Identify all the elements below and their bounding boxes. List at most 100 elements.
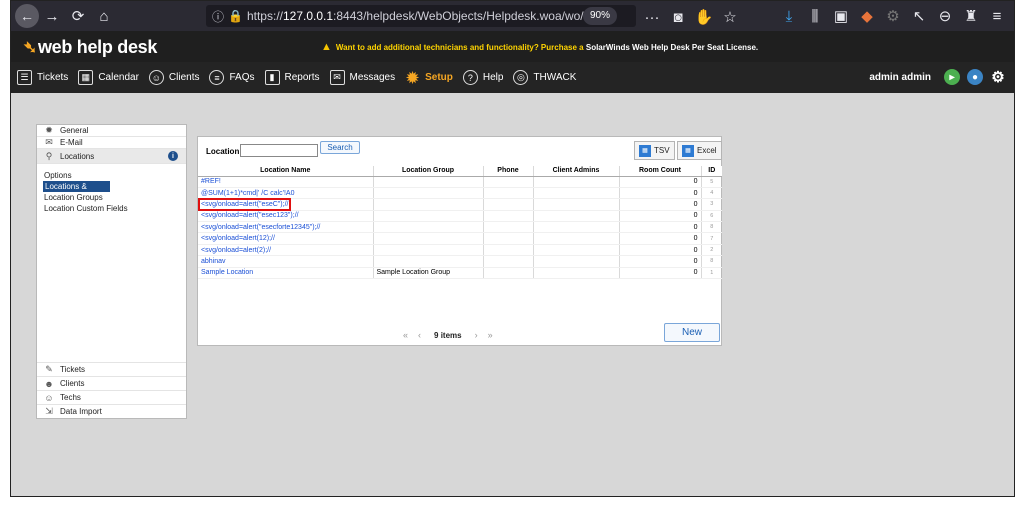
location-group-cell: Sample Location Group	[372, 267, 483, 280]
new-location-button[interactable]: New	[664, 323, 720, 342]
clients-icon: ☻	[44, 378, 54, 389]
location-name-link[interactable]: #REF!	[198, 176, 373, 188]
table-row[interactable]: Sample Location Sample Location Group 0 1	[198, 267, 722, 280]
id-cell: 8	[700, 255, 722, 268]
nav-label: Messages	[349, 72, 396, 83]
tshirt-icon[interactable]: ♜	[958, 3, 984, 29]
bird-logo-icon: ➴	[23, 38, 37, 57]
sidebar-item-email[interactable]: ✉ E-Mail	[37, 137, 186, 149]
phone-cell	[482, 267, 533, 280]
room-count-cell: 0	[618, 221, 701, 234]
location-name-link[interactable]: <svg/onload=alert(12);//	[198, 232, 373, 245]
download-icon[interactable]: ⤓	[776, 3, 802, 29]
sidebar-item-general[interactable]: ✹ General	[37, 125, 186, 137]
info-icon[interactable]: i	[168, 151, 178, 161]
logo-text: web help desk	[37, 37, 158, 57]
table-row[interactable]: @SUM(1+1)*cmd|' /C calc'!A0 0 4	[198, 187, 722, 200]
export-excel-button[interactable]: ▦ Excel	[677, 141, 722, 160]
forward-arrow-icon[interactable]: →	[39, 3, 65, 29]
sidebar-sub-locations-rooms[interactable]: Locations & Rooms	[43, 181, 110, 202]
location-name-link[interactable]: Sample Location	[198, 267, 373, 280]
extension-icon[interactable]: ✋	[691, 4, 717, 30]
setup-sidebar: ✹ General ✉ E-Mail ⚲ Locations i Options Loc…	[36, 124, 187, 419]
back-arrow-icon[interactable]: ←	[15, 4, 39, 28]
license-promo[interactable]: ▲ Want to add additional technicians and …	[321, 41, 758, 53]
sidebar-sub-location-custom-fields[interactable]: Location Custom Fields	[37, 203, 186, 214]
sidebar-item-tickets[interactable]: ✎ Tickets	[37, 362, 186, 376]
location-name-link[interactable]: @SUM(1+1)*cmd|' /C calc'!A0	[198, 187, 373, 200]
bookmark-star-icon[interactable]: ☆	[717, 4, 743, 30]
sidebar-item-clients[interactable]: ☻ Clients	[37, 376, 186, 390]
column-header-client-admins[interactable]: Client Admins	[532, 166, 619, 177]
table-row[interactable]: <svg/onload=alert("esec123");// 0 6	[198, 210, 722, 223]
table-row[interactable]: <svg/onload=alert(12);// 0 7	[198, 232, 722, 245]
nav-setup[interactable]: ✹ Setup	[405, 70, 453, 87]
next-page-icon[interactable]: ›	[475, 330, 478, 340]
promo-license-link[interactable]: SolarWinds Web Help Desk Per Seat Licens…	[586, 43, 758, 52]
column-header-location-name[interactable]: Location Name	[198, 166, 373, 177]
location-name-link[interactable]: abhinav	[198, 255, 373, 268]
home-icon[interactable]: ⌂	[91, 3, 117, 29]
table-row[interactable]: <svg/onload=alert("eseC");// 0 3	[197, 197, 722, 211]
location-name-link-highlighted[interactable]: <svg/onload=alert("eseC");//	[197, 197, 373, 211]
nav-help[interactable]: ? Help	[462, 70, 503, 85]
column-header-room-count[interactable]: Room Count	[618, 166, 701, 177]
sidebar-toggle-icon[interactable]: ▣	[828, 3, 854, 29]
zoom-level-badge[interactable]: 90%	[583, 7, 618, 25]
location-group-cell	[372, 244, 483, 257]
nav-thwack[interactable]: ◎ THWACK	[513, 70, 576, 85]
column-header-id[interactable]: ID	[700, 166, 722, 177]
user-name[interactable]: admin admin	[869, 72, 931, 83]
sidebar-sub-location-groups[interactable]: Location Groups	[37, 192, 186, 203]
nav-clients[interactable]: ☺ Clients	[148, 70, 199, 85]
location-name-link[interactable]: <svg/onload=alert("esecforte12345");//	[198, 221, 373, 234]
location-name-link[interactable]: <svg/onload=alert("esec123");//	[198, 210, 373, 223]
search-button[interactable]: Search	[320, 141, 360, 154]
location-search-input[interactable]	[240, 144, 318, 157]
nav-calendar[interactable]: ▦ Calendar	[78, 70, 139, 85]
first-page-icon[interactable]: «	[403, 330, 408, 340]
sidebar-submenu: Options Locations & Rooms Location Group…	[37, 164, 186, 214]
sidebar-item-label: General	[60, 126, 89, 135]
reload-icon[interactable]: ⟳	[65, 3, 91, 29]
nav-tickets[interactable]: ☰ Tickets	[17, 70, 68, 85]
column-header-location-group[interactable]: Location Group	[372, 166, 483, 177]
table-row[interactable]: <svg/onload=alert("esecforte12345");// 0 8	[198, 221, 722, 234]
status-icon[interactable]: ▸	[944, 69, 960, 85]
pocket-icon[interactable]: ◙	[665, 4, 691, 30]
app-logo[interactable]: ➴web help desk	[23, 37, 157, 58]
sidebar-item-data-import[interactable]: ⇲ Data Import	[37, 404, 186, 418]
client-admins-cell	[532, 267, 619, 280]
url-bar[interactable]: ⓘ 🔒 https://127.0.0.1:8443/helpdesk/WebO…	[206, 5, 636, 27]
export-tsv-button[interactable]: ▦ TSV	[634, 141, 675, 160]
location-pin-icon: ⚲	[45, 150, 53, 161]
more-actions-icon[interactable]: ···	[639, 4, 665, 30]
profile-icon[interactable]: ●	[967, 69, 983, 85]
mouse-pointer-icon[interactable]: ↖	[906, 3, 932, 29]
settings-gear-icon[interactable]: ⚙	[990, 69, 1006, 86]
account-icon[interactable]: ⊖	[932, 3, 958, 29]
table-row[interactable]: <svg/onload=alert(2);// 0 2	[198, 244, 722, 257]
nav-reports[interactable]: ▮ Reports	[264, 70, 320, 85]
browser-window: ← → ⟳ ⌂ ⓘ 🔒 https://127.0.0.1:8443/helpd…	[10, 0, 1015, 497]
sidebar-item-techs[interactable]: ☺ Techs	[37, 390, 186, 404]
browser-right-toolbar: ⤓ ⫼ ▣ ◆ ⚙ ↖ ⊖ ♜ ≡	[776, 3, 1010, 29]
column-header-phone[interactable]: Phone	[482, 166, 533, 177]
nav-faqs[interactable]: ≡ FAQs	[209, 70, 255, 85]
sidebar-sub-options[interactable]: Options	[37, 170, 186, 181]
last-page-icon[interactable]: »	[488, 330, 493, 340]
nav-messages[interactable]: ✉ Messages	[329, 70, 396, 85]
disabled-extension-icon[interactable]: ⚙	[880, 3, 906, 29]
table-row[interactable]: abhinav 0 8	[198, 255, 722, 268]
previous-page-icon[interactable]: ‹	[418, 330, 421, 340]
highlighted-xss-payload[interactable]: <svg/onload=alert("eseC");//	[197, 197, 292, 211]
fox-extension-icon[interactable]: ◆	[854, 3, 880, 29]
sidebar-item-locations[interactable]: ⚲ Locations i	[37, 149, 186, 164]
library-icon[interactable]: ⫼	[802, 3, 828, 29]
location-name-link[interactable]: <svg/onload=alert(2);//	[198, 244, 373, 257]
menu-icon[interactable]: ≡	[984, 3, 1010, 29]
table-row[interactable]: #REF! 0 5	[198, 176, 722, 188]
room-count-cell: 0	[618, 198, 701, 211]
tickets-icon: ☰	[17, 70, 32, 85]
nav-label: FAQs	[229, 72, 255, 83]
